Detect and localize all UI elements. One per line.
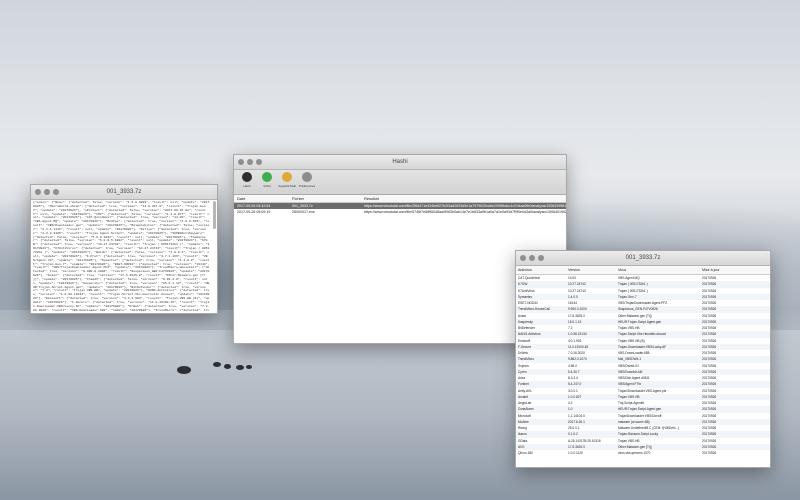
main-window-title: Hashi [392, 159, 408, 165]
antivirus-results-window: 001_3933.7z Antivirus Version Virus Mise… [515, 250, 771, 468]
cell-antivirus: Qihoo-360 [518, 451, 533, 455]
toolbar-button-pr-f-rences[interactable]: Préférences [299, 170, 315, 194]
vertical-scrollbar[interactable] [213, 201, 216, 229]
column-header-result[interactable]: Résultat [362, 195, 566, 202]
column-header-antivirus[interactable]: Antivirus [516, 266, 566, 274]
toolbar-button-label: AppelVirTotal [278, 184, 296, 188]
toolbar-button-label: Préférences [298, 184, 316, 188]
close-button[interactable] [238, 159, 244, 165]
json-window-titlebar[interactable]: 001_3933.7z [31, 185, 217, 200]
results-table-header: Antivirus Version Virus Mise à jour [516, 266, 770, 275]
column-header-file[interactable]: Fichier [290, 195, 362, 202]
column-header-update[interactable]: Mise à jour [700, 266, 770, 274]
results-window-titlebar[interactable]: 001_3933.7z [516, 251, 770, 266]
cell-file: 26092017.exe [292, 210, 315, 214]
results-window-title: 001_3933.7z [625, 255, 661, 261]
column-header-version[interactable]: Version [566, 266, 616, 274]
history-table-header: Date Fichier Résultat [234, 195, 566, 203]
key-icon [282, 172, 292, 182]
zoom-button[interactable] [53, 189, 59, 195]
minimize-button[interactable] [44, 189, 50, 195]
toolbar-button-appelvirtotal[interactable]: AppelVirTotal [278, 170, 296, 194]
toolbar-button-hash[interactable]: Hash [239, 170, 255, 194]
column-header-virus[interactable]: Virus [616, 266, 700, 274]
duck-silhouette [236, 365, 244, 370]
table-row[interactable]: 2017-09-26 05:09:19 26092017.exe https://w… [234, 209, 566, 215]
zoom-button[interactable] [256, 159, 262, 165]
toolbar-button-label: VirTot [263, 184, 271, 188]
results-table-body: CAT-QuickHeal 14.00 VBS.Agent.MQ 20170926 K7… [516, 275, 770, 456]
gear-icon [242, 172, 252, 182]
minimize-button[interactable] [529, 255, 535, 261]
cell-result: https://www.virustotal.com/file/5746f7e5… [364, 210, 566, 214]
cell-date: 2017-09-26 05:09:19 [237, 210, 271, 214]
table-row[interactable]: Qihoo-360 1.0.0.1120 virus.vbs.qexvmc.1070… [516, 450, 770, 456]
shield-check-icon [262, 172, 272, 182]
json-result-window: 001_3933.7z {"scans": {"Bkav": {"detecte… [30, 184, 218, 314]
json-window-title: 001_3933.7z [106, 189, 142, 195]
main-window-titlebar[interactable]: Hashi [234, 155, 566, 170]
duck-silhouette [177, 366, 191, 374]
column-header-date[interactable]: Date [234, 195, 290, 202]
duck-silhouette [246, 365, 252, 369]
json-text-view[interactable]: {"scans": {"Bkav": {"detected": false, "… [33, 201, 211, 311]
toolbar: Hash VirTot AppelVirTotal Préférences [234, 170, 566, 195]
toolbar-button-virtot[interactable]: VirTot [259, 170, 275, 194]
zoom-button[interactable] [538, 255, 544, 261]
toolbar-button-label: Hash [243, 184, 251, 188]
minimize-button[interactable] [247, 159, 253, 165]
close-button[interactable] [520, 255, 526, 261]
cell-virus: virus.vbs.qexvmc.1070 [618, 451, 651, 455]
close-button[interactable] [35, 189, 41, 195]
settings-icon [302, 172, 312, 182]
duck-silhouette [224, 364, 231, 369]
cell-update: 20170926 [702, 451, 717, 455]
duck-silhouette [213, 362, 221, 367]
history-table-body: 2017-09-26 04:42:54 001_3933.7z https://ww… [234, 203, 566, 215]
cell-version: 1.0.0.1120 [568, 451, 583, 455]
